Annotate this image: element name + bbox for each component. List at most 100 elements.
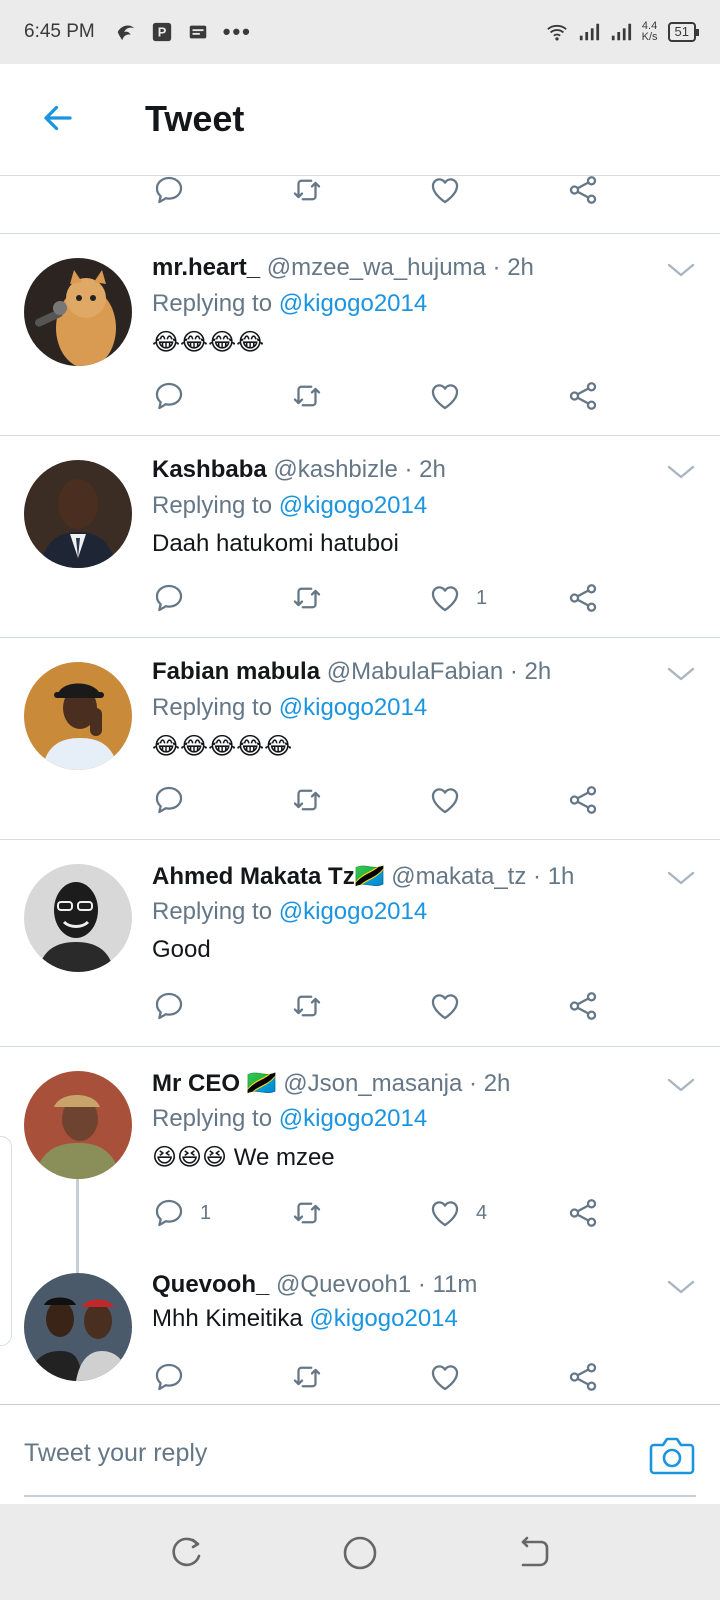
author-name[interactable]: mr.heart_ [152, 254, 260, 281]
tweet-text: 😂😂😂😂😂 [152, 733, 293, 760]
author-name[interactable]: Mr CEO 🇹🇿 [152, 1070, 277, 1097]
parking-icon: P [152, 22, 171, 42]
tweet-time: · 11m [417, 1271, 478, 1298]
mention-link[interactable]: @kigogo2014 [279, 492, 427, 519]
mention-link[interactable]: @kigogo2014 [279, 1105, 427, 1132]
reply-button[interactable] [152, 780, 200, 820]
author-name[interactable]: Fabian mabula [152, 658, 320, 685]
retweet-button[interactable] [290, 578, 324, 618]
chevron-down-icon[interactable] [666, 260, 696, 280]
author-name[interactable]: Kashbaba [152, 456, 267, 483]
retweet-button[interactable] [290, 780, 324, 820]
share-button[interactable] [566, 376, 600, 416]
avatar[interactable] [24, 258, 132, 366]
recent-apps-icon[interactable] [167, 1534, 205, 1572]
retweet-icon [290, 783, 324, 817]
retweet-button[interactable] [290, 1357, 324, 1397]
chevron-down-icon[interactable] [666, 462, 696, 482]
more-notifications-icon: ••• [222, 19, 252, 44]
tweet-text: 😆😆😆 We mzee [152, 1144, 335, 1171]
like-button[interactable] [428, 1357, 462, 1397]
reply-button[interactable] [152, 1357, 186, 1397]
author-handle[interactable]: @MabulaFabian [327, 658, 503, 685]
avatar[interactable] [24, 864, 132, 972]
tweet-item[interactable]: Mr CEO 🇹🇿 @Json_masanja · 2h Replying to… [0, 1047, 720, 1404]
author-name[interactable]: Quevooh_ [152, 1271, 269, 1298]
like-button[interactable] [428, 780, 476, 820]
chevron-down-icon[interactable] [666, 664, 696, 684]
reply-button[interactable] [152, 176, 186, 210]
reply-button[interactable]: 1 [152, 1193, 211, 1233]
retweet-button[interactable] [290, 176, 324, 210]
tweet-text-content: Mhh Kimeitika [152, 1305, 303, 1332]
like-button[interactable] [428, 176, 462, 210]
reply-button[interactable] [152, 376, 200, 416]
back-button[interactable] [34, 94, 82, 142]
like-button[interactable]: 4 [428, 1193, 487, 1233]
signal-1-icon [579, 23, 599, 41]
partial-tweet-actions [0, 176, 720, 234]
tweet-header: Mr CEO 🇹🇿 @Json_masanja · 2h [152, 1069, 510, 1098]
reply-feed[interactable]: mr.heart_ @mzee_wa_hujuma · 2h Replying … [0, 176, 720, 1404]
reply-button[interactable] [152, 578, 200, 618]
share-button[interactable] [566, 176, 600, 210]
heart-icon [428, 176, 462, 207]
reply-icon [152, 1360, 186, 1394]
tweet-time: · 2h [492, 254, 534, 281]
avatar[interactable] [24, 1071, 132, 1179]
like-count: 1 [476, 586, 488, 609]
avatar[interactable] [24, 662, 132, 770]
author-handle[interactable]: @Quevooh1 [276, 1271, 411, 1298]
mention-link[interactable]: @kigogo2014 [279, 694, 427, 721]
share-button[interactable] [566, 578, 600, 618]
replying-to-label: Replying to [152, 492, 273, 519]
battery-icon: 51 [667, 22, 700, 42]
retweet-button[interactable] [290, 376, 324, 416]
author-handle[interactable]: @Json_masanja [283, 1070, 462, 1097]
share-icon [566, 989, 600, 1023]
side-edge-panel-handle[interactable] [0, 1136, 12, 1346]
net-speed-unit: K/s [641, 31, 658, 43]
avatar[interactable] [24, 1273, 132, 1381]
author-handle[interactable]: @makata_tz [391, 863, 526, 890]
retweet-button[interactable] [290, 1193, 324, 1233]
mention-link[interactable]: @kigogo2014 [309, 1305, 457, 1332]
reply-icon [152, 581, 186, 615]
author-handle[interactable]: @kashbizle [273, 456, 397, 483]
heart-icon [428, 1360, 462, 1394]
reply-icon [152, 176, 186, 207]
chevron-down-icon[interactable] [666, 1277, 696, 1297]
tweet-item[interactable]: Kashbaba @kashbizle · 2h Replying to @ki… [0, 436, 720, 638]
tweet-item[interactable]: Ahmed Makata Tz🇹🇿 @makata_tz · 1h Replyi… [0, 840, 720, 1047]
reply-input[interactable]: Tweet your reply [24, 1431, 624, 1475]
like-count: 4 [476, 1201, 488, 1224]
thread-connector [76, 1179, 79, 1273]
retweet-button[interactable] [290, 986, 324, 1026]
tweet-item[interactable]: mr.heart_ @mzee_wa_hujuma · 2h Replying … [0, 234, 720, 436]
share-button[interactable] [566, 780, 600, 820]
reply-button[interactable] [152, 986, 200, 1026]
avatar[interactable] [24, 460, 132, 568]
chevron-down-icon[interactable] [666, 868, 696, 888]
camera-button[interactable] [648, 1433, 696, 1477]
mention-link[interactable]: @kigogo2014 [279, 898, 427, 925]
like-button[interactable] [428, 986, 476, 1026]
heart-icon [428, 379, 462, 413]
status-bar: 6:45 PM P ••• 4.4 K/s 51 [0, 0, 720, 64]
share-button[interactable] [566, 986, 600, 1026]
like-button[interactable]: 1 [428, 578, 487, 618]
chevron-down-icon[interactable] [666, 1075, 696, 1095]
like-button[interactable] [428, 376, 476, 416]
tweet-item[interactable]: Fabian mabula @MabulaFabian · 2h Replyin… [0, 638, 720, 840]
home-icon[interactable] [341, 1534, 379, 1572]
author-handle[interactable]: @mzee_wa_hujuma [267, 254, 486, 281]
battery-level: 51 [674, 24, 689, 39]
share-button[interactable] [566, 1357, 600, 1397]
author-name[interactable]: Ahmed Makata Tz🇹🇿 [152, 863, 385, 890]
share-button[interactable] [566, 1193, 600, 1233]
tweet-item[interactable]: Quevooh_ @Quevooh1 · 11m Mhh Kimeitika @… [0, 1271, 720, 1404]
mention-link[interactable]: @kigogo2014 [279, 290, 427, 317]
replying-to-label: Replying to [152, 290, 273, 317]
share-icon [566, 581, 600, 615]
back-nav-icon[interactable] [515, 1534, 553, 1572]
